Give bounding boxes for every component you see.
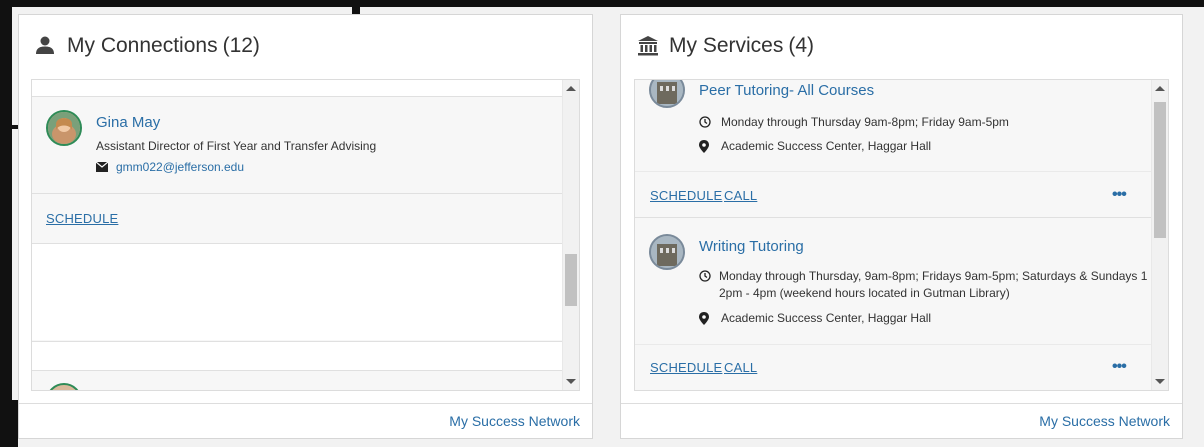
service-location-row: Academic Success Center, Haggar Hall bbox=[699, 310, 931, 327]
services-list[interactable]: Peer Tutoring- All Courses Monday throug… bbox=[634, 79, 1169, 391]
avatar[interactable] bbox=[46, 110, 82, 146]
map-pin-icon bbox=[699, 310, 713, 325]
connection-role: Assistant Director of First Year and Tra… bbox=[96, 139, 377, 153]
scroll-up-arrow-icon[interactable] bbox=[1155, 86, 1165, 91]
services-footer: My Success Network bbox=[621, 403, 1182, 438]
service-name-link[interactable]: Peer Tutoring- All Courses bbox=[699, 82, 874, 99]
service-location-row: Academic Success Center, Haggar Hall bbox=[699, 138, 931, 155]
scroll-down-arrow-icon[interactable] bbox=[1155, 379, 1165, 384]
institution-icon bbox=[637, 35, 659, 57]
connections-scrollbar[interactable] bbox=[562, 80, 579, 390]
list-top-spacer bbox=[32, 80, 563, 96]
map-pin-icon bbox=[699, 138, 713, 153]
divider bbox=[32, 193, 563, 194]
service-hours-row: Monday through Thursday 9am-8pm; Friday … bbox=[699, 114, 1149, 131]
divider bbox=[635, 171, 1152, 172]
my-connections-panel: My Connections (12) Gina May Assistant D… bbox=[18, 14, 593, 439]
services-count: (4) bbox=[788, 34, 815, 57]
service-building-avatar[interactable] bbox=[649, 80, 685, 108]
connection-email-row[interactable]: gmm022@jefferson.edu bbox=[96, 160, 244, 174]
service-call-link[interactable]: CALL bbox=[724, 188, 757, 203]
service-location: Academic Success Center, Haggar Hall bbox=[721, 139, 932, 153]
service-name-link[interactable]: Writing Tutoring bbox=[699, 238, 804, 255]
connection-schedule-link[interactable]: SCHEDULE bbox=[46, 211, 118, 226]
clock-icon bbox=[699, 268, 711, 282]
service-schedule-link[interactable]: SCHEDULE bbox=[650, 360, 722, 375]
list-spacer bbox=[32, 342, 563, 370]
person-icon bbox=[35, 35, 57, 57]
my-success-network-link[interactable]: My Success Network bbox=[449, 413, 580, 429]
background-frame-top bbox=[0, 0, 1204, 7]
connection-name-link[interactable]: Gina May bbox=[96, 114, 160, 131]
my-success-network-link[interactable]: My Success Network bbox=[1039, 413, 1170, 429]
scrollbar-thumb[interactable] bbox=[1154, 102, 1166, 238]
connections-footer: My Success Network bbox=[19, 403, 592, 438]
divider bbox=[635, 344, 1152, 345]
service-call-link[interactable]: CALL bbox=[724, 360, 757, 375]
connections-count: (12) bbox=[222, 34, 260, 57]
connections-list[interactable]: Gina May Assistant Director of First Yea… bbox=[31, 79, 580, 391]
connections-header: My Connections (12) bbox=[19, 15, 592, 77]
my-services-panel: My Services (4) Peer Tutoring- All Cours… bbox=[620, 14, 1183, 439]
more-options-icon[interactable]: ••• bbox=[1112, 186, 1127, 204]
clock-icon bbox=[699, 114, 713, 128]
service-building-avatar[interactable] bbox=[649, 234, 685, 270]
mail-icon bbox=[96, 162, 108, 172]
connection-card-next bbox=[32, 371, 563, 390]
services-title: My Services bbox=[669, 34, 784, 57]
background-frame-left bbox=[0, 0, 12, 447]
services-header: My Services (4) bbox=[621, 15, 1182, 77]
service-hours: Monday through Thursday, 9am-8pm; Friday… bbox=[719, 269, 1148, 300]
service-schedule-link[interactable]: SCHEDULE bbox=[650, 188, 722, 203]
scroll-up-arrow-icon[interactable] bbox=[566, 86, 576, 91]
scroll-down-arrow-icon[interactable] bbox=[566, 379, 576, 384]
service-hours-row: Monday through Thursday, 9am-8pm; Friday… bbox=[699, 268, 1153, 302]
service-hours: Monday through Thursday 9am-8pm; Friday … bbox=[721, 115, 1009, 129]
connections-title: My Connections bbox=[67, 34, 218, 57]
services-scrollbar[interactable] bbox=[1151, 80, 1168, 390]
more-options-icon[interactable]: ••• bbox=[1112, 358, 1127, 376]
service-location: Academic Success Center, Haggar Hall bbox=[721, 311, 932, 325]
list-spacer bbox=[32, 244, 563, 340]
connection-card: Gina May Assistant Director of First Yea… bbox=[32, 97, 563, 193]
avatar[interactable] bbox=[46, 383, 82, 390]
connection-email-link[interactable]: gmm022@jefferson.edu bbox=[116, 160, 244, 174]
scrollbar-thumb[interactable] bbox=[565, 254, 577, 306]
background-frame-notch bbox=[352, 0, 360, 14]
